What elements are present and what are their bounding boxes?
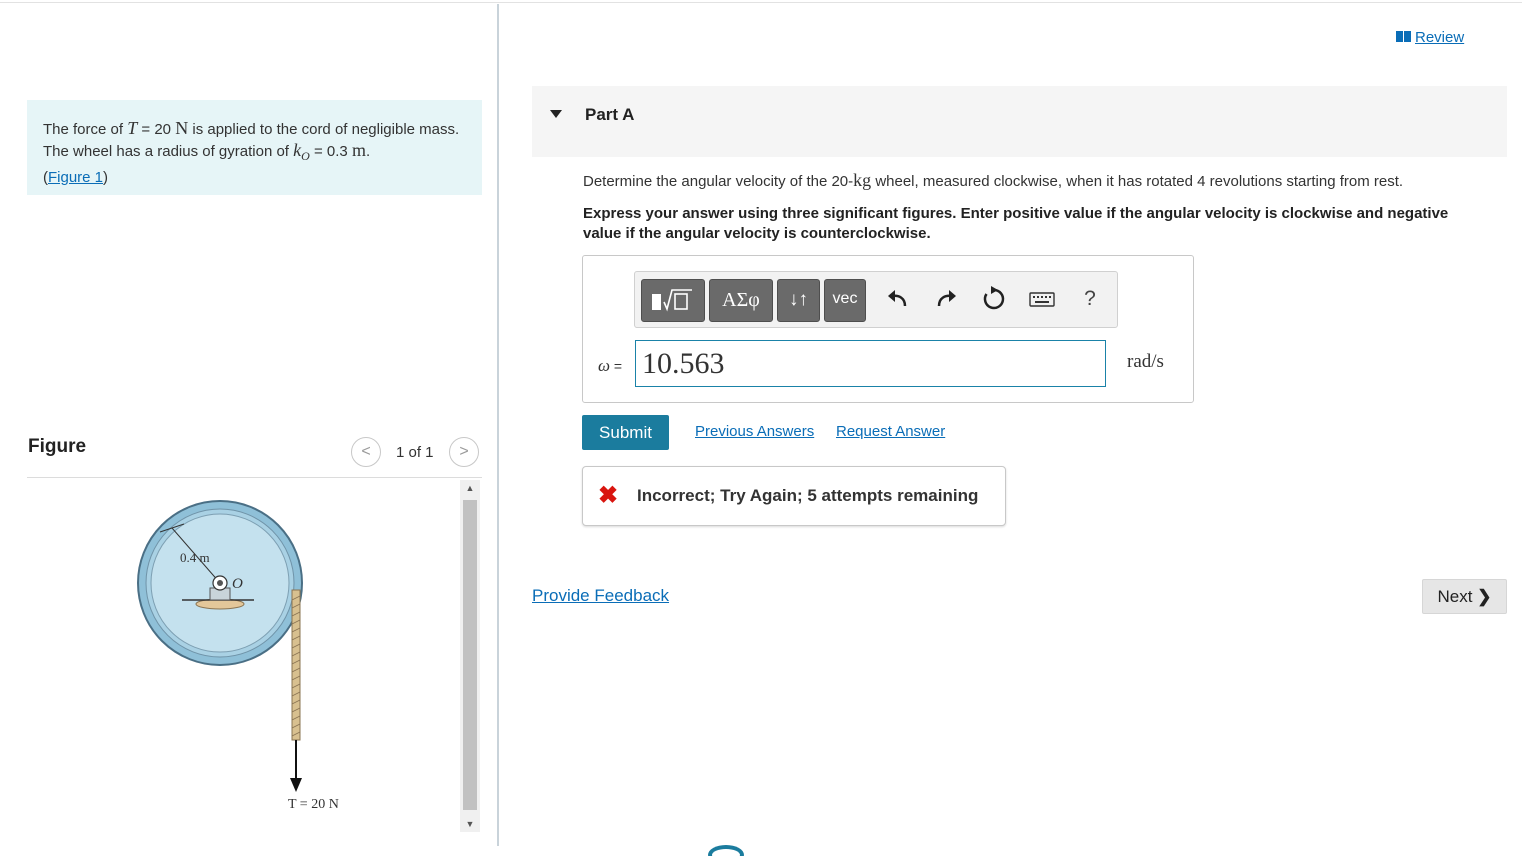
part-title: Part A	[585, 105, 635, 124]
figure-pager: 1 of 1	[396, 444, 434, 461]
answer-instructions: Express your answer using three signific…	[583, 205, 1449, 242]
answer-unit: rad/s	[1127, 351, 1164, 372]
problem-statement: The force of T = 20 N is applied to the …	[27, 100, 482, 195]
symbol-k: k	[293, 140, 302, 160]
incorrect-x-icon: ✖	[598, 482, 619, 509]
redo-icon[interactable]	[931, 284, 961, 314]
review-link[interactable]: Review	[1396, 29, 1464, 46]
figure-prev-button[interactable]: <	[351, 437, 381, 467]
greek-symbols-button[interactable]: ΑΣφ	[709, 279, 773, 322]
arrows-button[interactable]: ↓↑	[777, 279, 820, 322]
symbol-T: T	[127, 118, 138, 138]
help-button[interactable]: ?	[1075, 284, 1105, 314]
templates-button[interactable]	[641, 279, 705, 322]
scroll-thumb[interactable]	[463, 500, 477, 810]
answer-variable-label: ω =	[598, 356, 623, 375]
previous-answers-link[interactable]: Previous Answers	[695, 423, 814, 440]
feedback-text: Incorrect; Try Again; 5 attempts remaini…	[637, 486, 979, 505]
book-icon	[1396, 31, 1412, 42]
figure-heading: Figure	[28, 436, 87, 457]
wheel-figure: 0.4 m O T = 20 N	[137, 500, 339, 812]
chevron-right-icon: ❯	[1477, 587, 1492, 606]
keyboard-icon[interactable]	[1027, 284, 1057, 314]
next-button[interactable]: Next ❯	[1422, 579, 1507, 614]
radius-label: 0.4 m	[180, 550, 210, 565]
figure-divider	[27, 477, 482, 478]
reset-icon[interactable]	[979, 284, 1009, 314]
math-toolbar: ΑΣφ ↓↑ vec ?	[634, 271, 1118, 328]
feedback-message-box: ✖ Incorrect; Try Again; 5 attempts remai…	[582, 466, 1006, 526]
figure-scrollbar[interactable]: ▲ ▼	[460, 480, 480, 832]
pin-center	[217, 580, 223, 586]
vector-button[interactable]: vec	[824, 279, 866, 322]
logo-icon	[708, 845, 744, 856]
symbol-k-subscript: O	[301, 149, 310, 163]
problem-text: The force of	[43, 121, 128, 138]
unit-meter: m	[351, 140, 366, 160]
scroll-down-arrow[interactable]: ▼	[460, 816, 480, 832]
answer-container: ΑΣφ ↓↑ vec ? ω = 10.563 rad/s	[582, 255, 1194, 403]
figure-next-button[interactable]: >	[449, 437, 479, 467]
unit-newton: N	[175, 118, 189, 138]
unit-kg: kg	[853, 170, 872, 190]
provide-feedback-link[interactable]: Provide Feedback	[532, 586, 669, 606]
undo-icon[interactable]	[883, 284, 913, 314]
point-O-label: O	[232, 576, 243, 592]
part-a-header[interactable]: Part A	[532, 86, 1507, 157]
answer-input[interactable]: 10.563	[635, 340, 1106, 387]
submit-button[interactable]: Submit	[582, 415, 669, 450]
top-divider	[0, 2, 1522, 3]
question-text: Determine the angular velocity of the 20…	[583, 170, 1404, 190]
scroll-up-arrow[interactable]: ▲	[460, 480, 480, 496]
figure-link[interactable]: Figure 1	[48, 169, 103, 186]
collapse-caret-icon[interactable]	[550, 110, 562, 118]
force-label: T = 20 N	[288, 797, 339, 812]
pane-divider[interactable]	[497, 4, 499, 846]
force-arrow-head	[290, 778, 302, 792]
request-answer-link[interactable]: Request Answer	[836, 423, 945, 440]
templates-icon	[652, 289, 692, 312]
